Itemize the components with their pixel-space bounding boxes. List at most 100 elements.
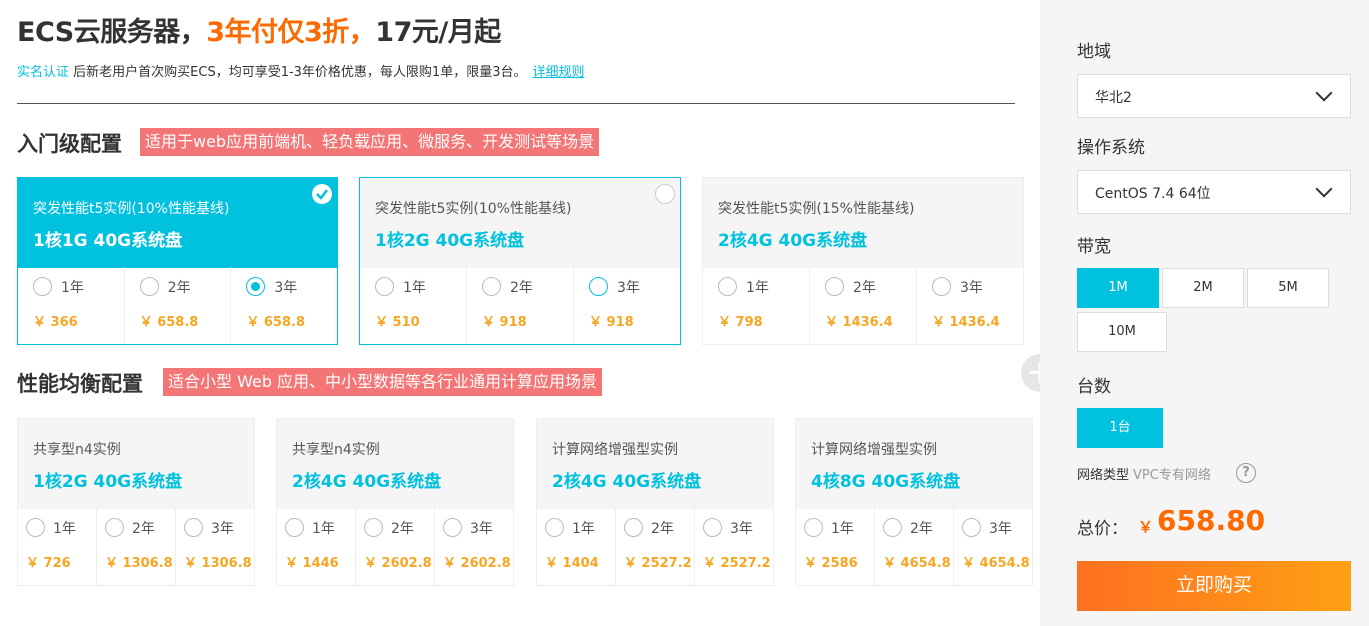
term-price: ￥ 726 xyxy=(26,556,71,571)
balanced-section-tag: 适合小型 Web 应用、中小型数据等各行业通用计算应用场景 xyxy=(163,368,603,396)
radio-icon[interactable] xyxy=(443,518,462,537)
real-name-verify-link[interactable]: 实名认证 xyxy=(17,65,69,80)
term-option[interactable]: 1年 ￥ 366 xyxy=(18,267,125,344)
config-card[interactable]: 计算网络增强型实例 2核4G 40G系统盘 1年 ￥ 1404 2年 ￥ 2527.… xyxy=(536,418,774,586)
term-label: 1年 xyxy=(572,521,595,537)
os-select[interactable]: CentOS 7.4 64位 xyxy=(1077,170,1351,214)
term-label: 1年 xyxy=(831,521,854,537)
term-label: 2年 xyxy=(510,280,533,296)
radio-icon[interactable] xyxy=(184,518,203,537)
radio-icon[interactable] xyxy=(285,518,304,537)
config-card[interactable]: 突发性能t5实例(10%性能基线) 1核1G 40G系统盘 1年 ￥ 366 2年… xyxy=(17,177,338,345)
term-price: ￥ 1436.4 xyxy=(932,315,1000,330)
radio-icon[interactable] xyxy=(962,518,981,537)
term-option[interactable]: 2年 ￥ 2602.8 xyxy=(356,508,435,585)
check-icon xyxy=(312,184,332,204)
instance-type: 计算网络增强型实例 xyxy=(552,442,678,458)
bandwidth-option-10m[interactable]: 10M xyxy=(1077,312,1167,352)
radio-icon[interactable] xyxy=(33,277,52,296)
bandwidth-label: 带宽 xyxy=(1077,237,1111,257)
headline-highlight: 3年付仅3折， xyxy=(206,17,376,48)
term-price: ￥ 4654.8 xyxy=(883,556,951,571)
radio-icon[interactable] xyxy=(804,518,823,537)
term-option[interactable]: 2年 ￥ 658.8 xyxy=(125,267,232,344)
help-icon[interactable]: ? xyxy=(1236,463,1256,483)
radio-icon[interactable] xyxy=(26,518,45,537)
term-price: ￥ 2602.8 xyxy=(443,556,511,571)
term-option[interactable]: 2年 ￥ 2527.2 xyxy=(616,508,695,585)
region-select[interactable]: 华北2 xyxy=(1077,74,1351,118)
instance-type: 计算网络增强型实例 xyxy=(811,442,937,458)
term-option[interactable]: 1年 ￥ 510 xyxy=(360,267,467,344)
term-option[interactable]: 3年 ￥ 1306.8 xyxy=(176,508,254,585)
radio-icon[interactable] xyxy=(139,277,159,296)
term-options: 1年 ￥ 726 2年 ￥ 1306.8 3年 ￥ 1306.8 xyxy=(18,508,254,585)
term-price: ￥ 1306.8 xyxy=(184,556,252,571)
radio-icon[interactable] xyxy=(932,277,951,296)
term-option[interactable]: 2年 ￥ 1306.8 xyxy=(97,508,176,585)
radio-icon[interactable] xyxy=(375,277,394,296)
term-option[interactable]: 3年 ￥ 658.8 xyxy=(231,267,337,344)
radio-icon[interactable] xyxy=(825,277,844,296)
radio-icon[interactable] xyxy=(883,518,902,537)
term-option[interactable]: 2年 ￥ 4654.8 xyxy=(875,508,954,585)
radio-icon[interactable] xyxy=(589,277,608,296)
term-option[interactable]: 3年 ￥ 918 xyxy=(574,267,680,344)
card-header: 突发性能t5实例(10%性能基线) 1核2G 40G系统盘 xyxy=(360,178,680,268)
balanced-section-title: 性能均衡配置 xyxy=(17,372,143,396)
count-option[interactable]: 1台 xyxy=(1077,408,1163,448)
term-option[interactable]: 2年 ￥ 1436.4 xyxy=(810,267,917,344)
term-option[interactable]: 2年 ￥ 918 xyxy=(467,267,574,344)
term-price: ￥ 918 xyxy=(482,315,527,330)
term-option[interactable]: 3年 ￥ 4654.8 xyxy=(954,508,1032,585)
radio-icon[interactable] xyxy=(105,518,124,537)
radio-icon[interactable] xyxy=(545,518,564,537)
card-header: 计算网络增强型实例 4核8G 40G系统盘 xyxy=(796,419,1032,509)
term-price: ￥ 918 xyxy=(589,315,634,330)
term-label: 3年 xyxy=(960,280,983,296)
term-option[interactable]: 1年 ￥ 1446 xyxy=(277,508,356,585)
detailed-rules-link[interactable]: 详细规则 xyxy=(532,65,584,80)
config-card[interactable]: 共享型n4实例 2核4G 40G系统盘 1年 ￥ 1446 2年 ￥ 2602.8 … xyxy=(276,418,514,586)
term-price: ￥ 366 xyxy=(33,315,78,330)
headline-part: ECS云服务器， xyxy=(17,17,207,48)
term-price: ￥ 4654.8 xyxy=(962,556,1030,571)
bandwidth-option-1m[interactable]: 1M xyxy=(1077,268,1159,308)
product-area: ECS云服务器，3年付仅3折，17元/月起 实名认证 后新老用户首次购买ECS，… xyxy=(0,0,1040,626)
term-option[interactable]: 1年 ￥ 726 xyxy=(18,508,97,585)
radio-icon[interactable] xyxy=(703,518,722,537)
bandwidth-option-5m[interactable]: 5M xyxy=(1247,268,1329,308)
term-label: 1年 xyxy=(53,521,76,537)
count-label: 台数 xyxy=(1077,377,1111,397)
term-price: ￥ 2602.8 xyxy=(364,556,432,571)
config-card[interactable]: 共享型n4实例 1核2G 40G系统盘 1年 ￥ 726 2年 ￥ 1306.8 3… xyxy=(17,418,255,586)
config-card[interactable]: 突发性能t5实例(10%性能基线) 1核2G 40G系统盘 1年 ￥ 510 2年… xyxy=(359,177,681,345)
instance-type: 突发性能t5实例(15%性能基线) xyxy=(718,201,915,217)
config-card[interactable]: 计算网络增强型实例 4核8G 40G系统盘 1年 ￥ 2586 2年 ￥ 4654.… xyxy=(795,418,1033,586)
network-label: 网络类型 xyxy=(1077,468,1130,483)
term-option[interactable]: 3年 ￥ 2602.8 xyxy=(435,508,513,585)
radio-icon[interactable] xyxy=(624,518,643,537)
radio-icon[interactable] xyxy=(364,518,383,537)
radio-icon[interactable] xyxy=(246,277,266,296)
term-option[interactable]: 3年 ￥ 1436.4 xyxy=(917,267,1023,344)
bandwidth-option-2m[interactable]: 2M xyxy=(1162,268,1244,308)
os-label: 操作系统 xyxy=(1077,138,1145,158)
term-option[interactable]: 1年 ￥ 1404 xyxy=(537,508,616,585)
buy-now-button[interactable]: 立即购买 xyxy=(1077,561,1351,611)
term-price: ￥ 1306.8 xyxy=(105,556,173,571)
term-option[interactable]: 3年 ￥ 2527.2 xyxy=(695,508,773,585)
term-options: 1年 ￥ 798 2年 ￥ 1436.4 3年 ￥ 1436.4 xyxy=(703,267,1023,344)
radio-icon[interactable] xyxy=(482,277,501,296)
term-option[interactable]: 1年 ￥ 798 xyxy=(703,267,810,344)
term-option[interactable]: 1年 ￥ 2586 xyxy=(796,508,875,585)
instance-spec: 2核4G 40G系统盘 xyxy=(552,472,702,492)
headline-part: 17元/月起 xyxy=(375,17,501,48)
term-options: 1年 ￥ 510 2年 ￥ 918 3年 ￥ 918 xyxy=(360,267,680,344)
term-label: 2年 xyxy=(651,521,674,537)
term-label: 1年 xyxy=(746,280,769,296)
config-card[interactable]: 突发性能t5实例(15%性能基线) 2核4G 40G系统盘 1年 ￥ 798 2年… xyxy=(702,177,1024,345)
instance-type: 突发性能t5实例(10%性能基线) xyxy=(33,201,230,217)
radio-icon[interactable] xyxy=(718,277,737,296)
total-label: 总价： xyxy=(1077,519,1128,539)
